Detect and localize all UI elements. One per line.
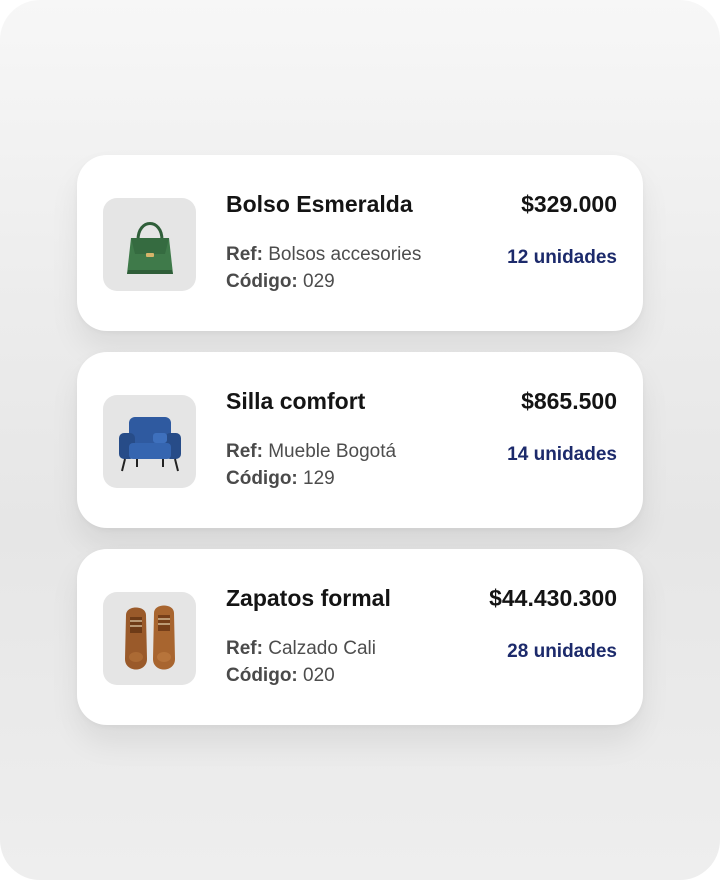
ref-label: Ref: <box>226 441 263 462</box>
code-label: Código: <box>226 271 298 292</box>
product-thumbnail <box>103 592 196 685</box>
code-value: 020 <box>303 665 335 686</box>
code-label: Código: <box>226 468 298 489</box>
product-units: 28 unidades <box>507 641 617 662</box>
product-code: Código: 029 <box>226 271 335 293</box>
code-value: 029 <box>303 271 335 292</box>
product-list-panel: Bolso Esmeralda Ref: Bolsos accesories C… <box>0 0 720 880</box>
ref-value: Mueble Bogotá <box>268 441 397 462</box>
product-price: $329.000 <box>521 191 617 217</box>
product-ref: Ref: Calzado Cali <box>226 638 376 660</box>
product-thumbnail <box>103 198 196 291</box>
product-name: Bolso Esmeralda <box>226 191 413 217</box>
handbag-icon <box>126 221 173 274</box>
product-thumbnail <box>103 395 196 488</box>
shoes-icon <box>124 605 175 669</box>
armchair-icon <box>118 416 181 471</box>
product-price: $44.430.300 <box>489 585 617 611</box>
ref-label: Ref: <box>226 638 263 659</box>
product-ref: Ref: Mueble Bogotá <box>226 441 396 463</box>
product-name: Zapatos formal <box>226 585 391 611</box>
product-units: 12 unidades <box>507 247 617 268</box>
product-name: Silla comfort <box>226 388 366 414</box>
product-card[interactable]: Silla comfort Ref: Mueble Bogotá Código:… <box>77 352 643 528</box>
product-units: 14 unidades <box>507 444 617 465</box>
product-card[interactable]: Bolso Esmeralda Ref: Bolsos accesories C… <box>77 155 643 331</box>
ref-label: Ref: <box>226 244 263 265</box>
product-code: Código: 020 <box>226 665 335 687</box>
product-card[interactable]: Zapatos formal Ref: Calzado Cali Código:… <box>77 549 643 725</box>
code-label: Código: <box>226 665 298 686</box>
product-ref: Ref: Bolsos accesories <box>226 244 421 266</box>
product-price: $865.500 <box>521 388 617 414</box>
product-code: Código: 129 <box>226 468 335 490</box>
ref-value: Bolsos accesories <box>268 244 422 265</box>
code-value: 129 <box>303 468 335 489</box>
ref-value: Calzado Cali <box>268 638 376 659</box>
